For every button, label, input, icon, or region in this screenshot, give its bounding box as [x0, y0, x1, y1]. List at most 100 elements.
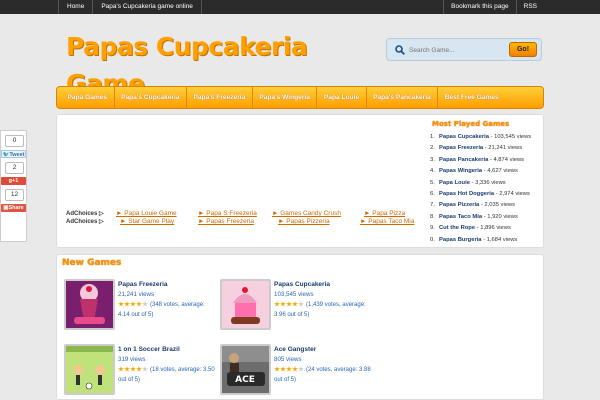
list-item[interactable]: 8. Papas Taco Mia - 1,920 views: [430, 212, 542, 223]
rating-text: (24 votes, average: 3.88 out of 5): [274, 367, 371, 383]
game-title[interactable]: Ace Gangster: [274, 346, 316, 353]
game-link[interactable]: Papas Cupcakeria: [439, 134, 489, 140]
search-icon: [395, 45, 405, 55]
share-count: 12: [5, 189, 24, 201]
rank: 2.: [430, 145, 435, 152]
tweet-button[interactable]: 🐦Tweet: [1, 150, 26, 158]
game-views: 319 views: [118, 356, 146, 363]
view-count: - 1,684 views: [481, 236, 518, 243]
new-games-title: New Games: [62, 258, 122, 268]
game-views: 21,241 views: [118, 291, 155, 298]
view-count: - 21,241 views: [483, 145, 523, 152]
ad-link[interactable]: ► Star Game Play: [120, 218, 174, 225]
ad-link[interactable]: ► Papa Pizza: [364, 210, 405, 217]
list-item[interactable]: 0. Papas Burgeria - 1,684 views: [430, 235, 542, 246]
view-count: - 2,974 views: [494, 190, 530, 197]
nav-papas-freezeria[interactable]: Papa's Freezeria: [185, 87, 252, 109]
nav-best-free-games[interactable]: Best Free Games: [437, 87, 505, 109]
adchoices-label[interactable]: AdChoices ▷: [66, 210, 104, 217]
gplus-button[interactable]: g+1: [1, 177, 26, 185]
list-item[interactable]: 6. Papas Hot Doggeria - 2,974 views: [430, 189, 542, 200]
rank: 5.: [430, 179, 435, 186]
search-box: Go!: [386, 38, 542, 61]
ad-link[interactable]: ► Papa S Freezeria: [198, 210, 257, 217]
ad-link[interactable]: ► Papas Taco Mia: [360, 218, 414, 225]
rank: 7.: [430, 202, 435, 209]
site-logo[interactable]: Papas Cupcakeria Game: [66, 28, 328, 88]
list-item[interactable]: 3. Papas Pancakeria - 4,874 views: [430, 155, 542, 166]
list-item[interactable]: 9. Cut the Rope - 1,896 views: [430, 223, 542, 234]
nav-papas-cupcakeria[interactable]: Papa's Cupcakeria: [113, 87, 186, 109]
nav-papas-wingeria[interactable]: Papa's Wingeria: [251, 87, 317, 109]
game-link[interactable]: Papas Wingeria: [439, 168, 482, 174]
top-right-links: Bookmark this page RSS: [443, 0, 544, 14]
rank: 0.: [430, 236, 435, 243]
search-input[interactable]: [409, 43, 509, 57]
main-nav: Papa Games Papa's Cupcakeria Papa's Free…: [56, 86, 544, 109]
rating-text: (348 votes, average: 4.14 out of 5): [118, 302, 205, 318]
share-label: Share: [8, 205, 24, 211]
rank: 4.: [430, 168, 435, 175]
game-link[interactable]: Papas Freezeria: [439, 145, 483, 151]
view-count: - 2,035 views: [479, 202, 516, 209]
soccer-thumb-art: [66, 346, 113, 393]
rating-text: (1,439 votes, average: 3.96 out of 5): [274, 302, 366, 318]
list-item[interactable]: 7. Papas Pizzeria - 2,035 views: [430, 200, 542, 211]
rss-link[interactable]: RSS: [515, 0, 544, 14]
ace-gangster-thumb-art: ACE: [222, 346, 269, 393]
game-link[interactable]: Papas Pizzeria: [439, 202, 479, 208]
game-link[interactable]: Papa Louie: [439, 180, 470, 186]
bookmark-link[interactable]: Bookmark this page: [443, 0, 515, 14]
view-count: - 4,627 views: [482, 168, 518, 175]
game-title[interactable]: 1 on 1 Soccer Brazil: [118, 346, 180, 353]
cupcakeria-thumb-art: [222, 281, 269, 328]
ad-link[interactable]: ► Games Candy Crush: [272, 210, 341, 217]
game-card[interactable]: Papas Cupcakeria 103,545 views (1,439 vo…: [220, 279, 370, 339]
view-count: - 3,336 views: [469, 179, 506, 186]
game-link[interactable]: Papas Burgeria: [439, 237, 482, 243]
game-card[interactable]: ACE Ace Gangster 805 views (24 votes, av…: [220, 344, 371, 400]
view-count: - 4,874 views: [488, 156, 525, 163]
game-thumbnail-soccer-brazil[interactable]: [64, 344, 115, 395]
game-link[interactable]: Cut the Rope: [439, 225, 475, 231]
game-title[interactable]: Papas Freezeria: [118, 281, 168, 288]
top-nav-home[interactable]: Home: [58, 0, 94, 14]
ad-link[interactable]: ► Papas Freezeria: [198, 218, 254, 225]
search-go-button[interactable]: Go!: [509, 42, 537, 57]
game-thumbnail-papas-cupcakeria[interactable]: [220, 279, 271, 330]
game-thumbnail-ace-gangster[interactable]: ACE: [220, 344, 271, 395]
ad-link[interactable]: ► Papas Pizzeria: [278, 218, 330, 225]
game-card[interactable]: 1 on 1 Soccer Brazil 319 views (18 votes…: [64, 344, 215, 400]
list-item[interactable]: 5. Papa Louie - 3,336 views: [430, 178, 542, 189]
game-link[interactable]: Papas Pancakeria: [439, 157, 488, 163]
game-link[interactable]: Papas Taco Mia: [439, 214, 482, 220]
most-played-list: 1. Papas Cupcakeria - 103,545 views 2. Pap…: [430, 132, 542, 246]
tweet-count: 2: [5, 162, 24, 174]
game-views: 103,545 views: [274, 291, 314, 298]
facebook-count: 0: [5, 135, 24, 147]
adchoices-label[interactable]: AdChoices ▷: [66, 218, 104, 225]
social-share-bar: 0 🐦Tweet 2 g+1 12 ▣Share: [0, 130, 27, 242]
rank: 3.: [430, 156, 435, 163]
nav-papas-pancakeria[interactable]: Papa's Pancakeria: [365, 87, 438, 109]
rank: 6.: [430, 190, 435, 197]
game-link[interactable]: Papas Hot Doggeria: [439, 191, 494, 197]
list-item[interactable]: 1. Papas Cupcakeria - 103,545 views: [430, 132, 542, 143]
most-played-title: Most Played Games: [432, 120, 510, 128]
nav-papa-louie[interactable]: Papa Louie: [316, 87, 365, 109]
view-count: - 1,920 views: [482, 213, 518, 220]
share-button[interactable]: ▣Share: [1, 204, 26, 212]
top-bar: Home Papa's Cupcakeria game online Bookm…: [0, 0, 600, 14]
game-thumbnail-papas-freezeria[interactable]: [64, 279, 115, 330]
nav-papa-games[interactable]: Papa Games: [61, 87, 114, 109]
game-card[interactable]: Papas Freezeria 21,241 views (348 votes,…: [64, 279, 214, 339]
view-count: - 103,545 views: [488, 134, 532, 140]
list-item[interactable]: 4. Papas Wingeria - 4,627 views: [430, 166, 542, 177]
ad-link[interactable]: ► Papa Louie Game: [116, 210, 177, 217]
top-nav-cupcakeria[interactable]: Papa's Cupcakeria game online: [93, 0, 202, 14]
freezeria-thumb-art: [66, 281, 113, 328]
rank: 1.: [430, 134, 435, 140]
top-nav: Home Papa's Cupcakeria game online: [58, 0, 202, 14]
list-item[interactable]: 2. Papas Freezeria - 21,241 views: [430, 143, 542, 154]
game-title[interactable]: Papas Cupcakeria: [274, 281, 330, 288]
